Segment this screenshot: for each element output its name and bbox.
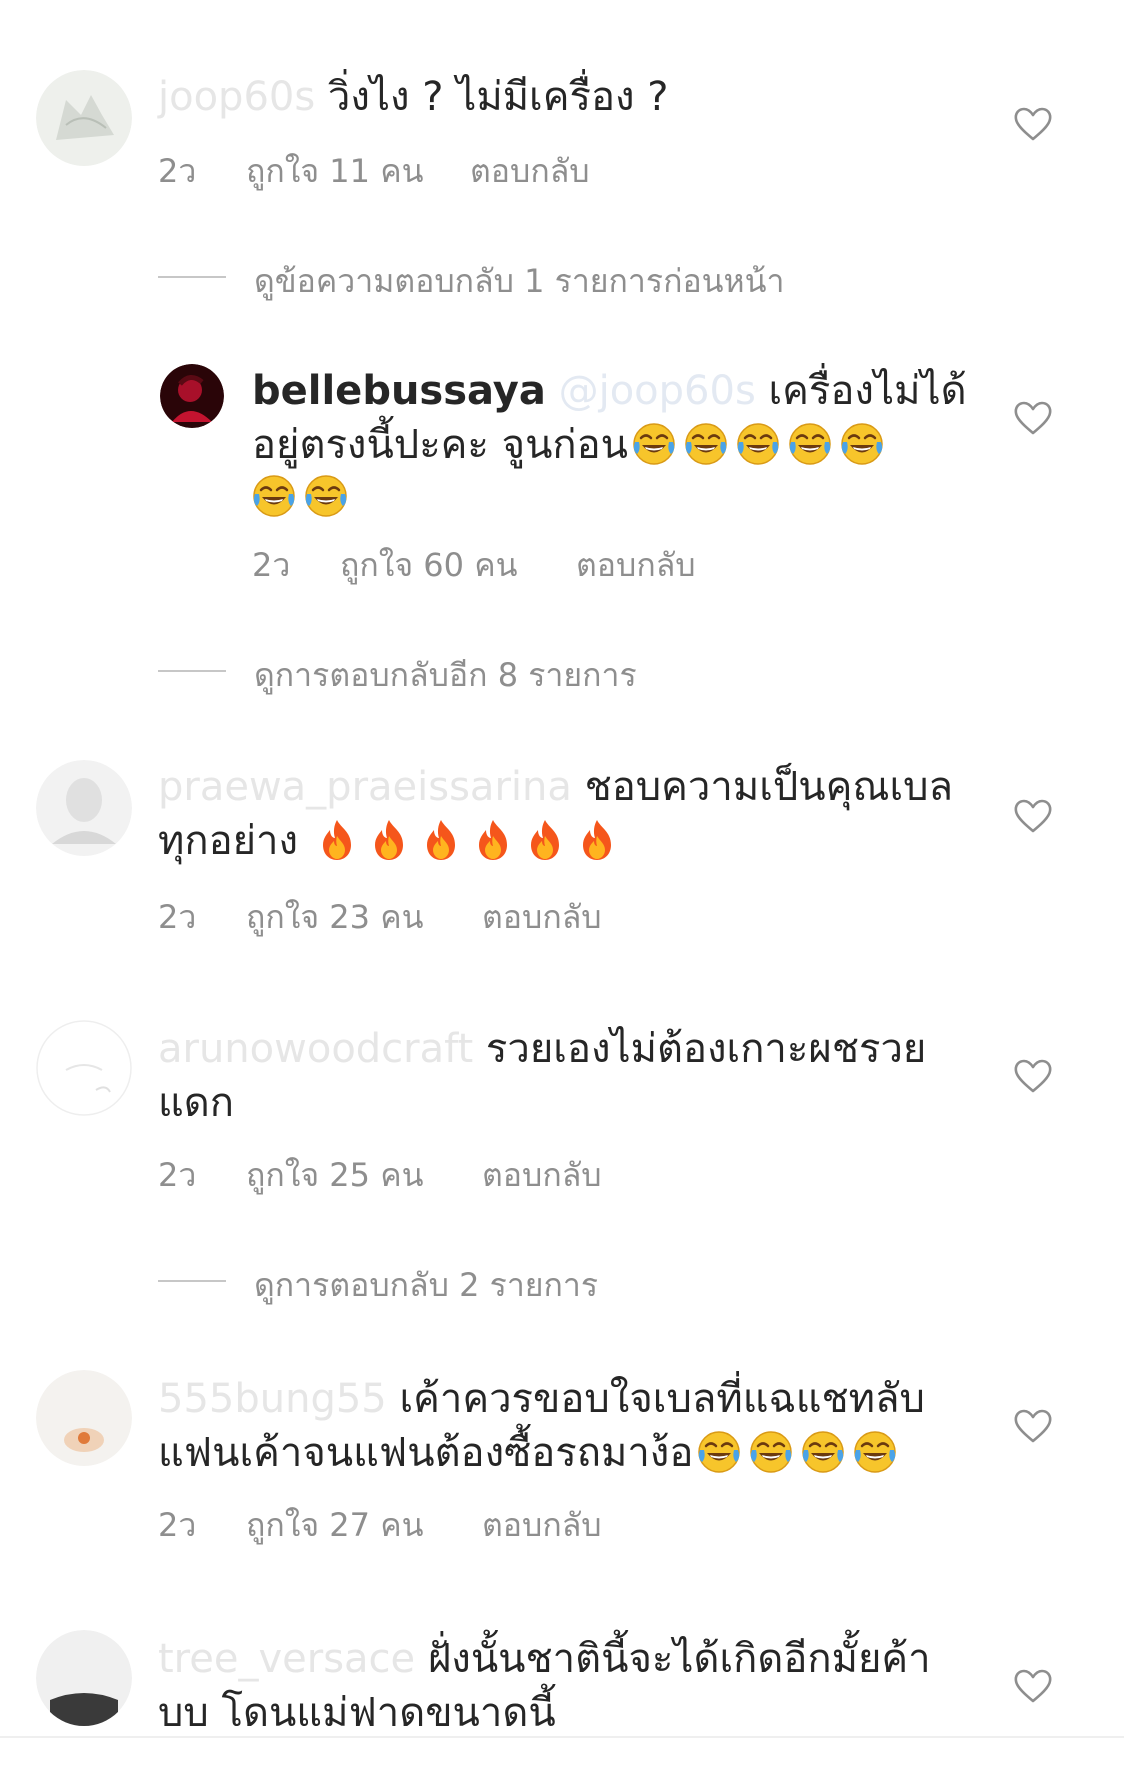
comment-meta: 2ว ถูกใจ 25 คน ตอบกลับ [158, 1150, 858, 1194]
reply-button[interactable]: ตอบกลับ [482, 1500, 602, 1551]
fire-emoji-icon [471, 818, 515, 862]
likes-count[interactable]: ถูกใจ 60 คน [340, 540, 517, 591]
timestamp: 2ว [252, 546, 291, 584]
laugh-emoji-icon [632, 422, 676, 466]
heart-icon[interactable] [1013, 1408, 1053, 1444]
likes-count[interactable]: ถูกใจ 25 คน [246, 1150, 423, 1201]
username[interactable]: 555bung55 [158, 1376, 387, 1422]
laugh-emoji-icon [749, 1430, 793, 1474]
comment-meta: 2ว ถูกใจ 11 คน ตอบกลับ [158, 146, 858, 190]
comment-text: joop60s วิ่งไง ? ไม่มีเครื่อง ? [158, 70, 668, 124]
heart-icon[interactable] [1013, 1058, 1053, 1094]
heart-icon[interactable] [1013, 106, 1053, 142]
comment-body-line2: อยู่ตรงนี้ปะคะ จูนก่อน [252, 422, 628, 468]
heart-icon[interactable] [1013, 798, 1053, 834]
avatar[interactable] [36, 1020, 132, 1116]
comment-text-line2: อยู่ตรงนี้ปะคะ จูนก่อน [252, 418, 888, 472]
likes-count[interactable]: ถูกใจ 27 คน [246, 1500, 423, 1551]
view-replies[interactable]: ดูการตอบกลับอีก 8 รายการ [158, 650, 958, 694]
comment-text-line3 [248, 470, 352, 524]
comment-meta: 2ว ถูกใจ 27 คน ตอบกลับ [158, 1500, 858, 1544]
profile-photo [36, 1370, 132, 1466]
reply-button[interactable]: ตอบกลับ [482, 892, 602, 943]
fire-emoji-icon [419, 818, 463, 862]
profile-photo [160, 364, 224, 428]
laugh-emoji-icon [684, 422, 728, 466]
view-replies-label[interactable]: ดูการตอบกลับอีก 8 รายการ [254, 650, 637, 701]
comment-text-line2: ทุกอย่าง [158, 814, 623, 868]
likes-count[interactable]: ถูกใจ 23 คน [246, 892, 423, 943]
heart-icon[interactable] [1013, 1668, 1053, 1704]
view-replies-label[interactable]: ดูข้อความตอบกลับ 1 รายการก่อนหน้า [254, 256, 784, 307]
laugh-emoji-icon [697, 1430, 741, 1474]
avatar[interactable] [36, 70, 132, 166]
reply-button[interactable]: ตอบกลับ [470, 146, 590, 197]
timestamp: 2ว [158, 1506, 197, 1544]
avatar[interactable] [36, 1370, 132, 1466]
comment-body-line1: เครื่องไม่ได้ [755, 368, 967, 414]
comment-body-line2: แฟนเค้าจนแฟนต้องซื้อรถมาง้อ [158, 1430, 694, 1476]
username[interactable]: joop60s [158, 74, 315, 120]
reply-button[interactable]: ตอบกลับ [576, 540, 696, 591]
comment-text: praewa_praeissarina ชอบความเป็นคุณเบล [158, 760, 953, 814]
laugh-emoji-icon [736, 422, 780, 466]
profile-photo [36, 1020, 132, 1116]
comment-meta: 2ว ถูกใจ 23 คน ตอบกลับ [158, 892, 858, 936]
comment-body-line2: บบ โดนแม่ฟาดขนาดนี้ [158, 1690, 556, 1736]
laugh-emoji-icon [801, 1430, 845, 1474]
comment-body-line1: เค้าควรขอบใจเบลที่แฉแชทลับ [386, 1376, 925, 1422]
fire-emoji-icon [575, 818, 619, 862]
comment-body-line1: รวยเองไม่ต้องเกาะผชรวย [473, 1026, 927, 1072]
comment-text: 555bung55 เค้าควรขอบใจเบลที่แฉแชทลับ [158, 1372, 925, 1426]
mention-link[interactable]: @joop60s [546, 368, 756, 414]
comment-text: bellebussaya @joop60s เครื่องไม่ได้ [252, 364, 967, 418]
laugh-emoji-icon [252, 474, 296, 518]
laugh-emoji-icon [304, 474, 348, 518]
fire-emoji-icon [367, 818, 411, 862]
username[interactable]: tree_versace [158, 1636, 415, 1682]
comment-body-line1: ฝั่งนั้นชาตินี้จะได้เกิดอีกมั้ยค้า [415, 1636, 931, 1682]
comment-body-line2: แดก [158, 1080, 234, 1126]
avatar[interactable] [36, 760, 132, 856]
fire-emoji-icon [523, 818, 567, 862]
profile-photo [36, 1630, 132, 1726]
username[interactable]: arunowoodcraft [158, 1026, 473, 1072]
reply-button[interactable]: ตอบกลับ [482, 1150, 602, 1201]
laugh-emoji-icon [788, 422, 832, 466]
comment-body: วิ่งไง ? ไม่มีเครื่อง ? [315, 74, 669, 120]
comment-body-line1: ชอบความเป็นคุณเบล [571, 764, 954, 810]
wolf-avatar-image [36, 70, 132, 166]
likes-count[interactable]: ถูกใจ 11 คน [246, 146, 423, 197]
profile-photo [36, 760, 132, 856]
comment-text: tree_versace ฝั่งนั้นชาตินี้จะได้เกิดอีก… [158, 1632, 931, 1686]
timestamp: 2ว [158, 1156, 197, 1194]
divider-line [158, 1280, 226, 1282]
divider-line [158, 670, 226, 672]
laugh-emoji-icon [853, 1430, 897, 1474]
comment-text-line2: บบ โดนแม่ฟาดขนาดนี้ [158, 1686, 556, 1740]
comment-body-line2: ทุกอย่าง [158, 818, 311, 864]
timestamp: 2ว [158, 152, 197, 190]
fire-emoji-icon [315, 818, 359, 862]
comment-text: arunowoodcraft รวยเองไม่ต้องเกาะผชรวย [158, 1022, 926, 1076]
comment-text-line2: แดก [158, 1076, 234, 1130]
username[interactable]: praewa_praeissarina [158, 764, 572, 810]
view-replies-label[interactable]: ดูการตอบกลับ 2 รายการ [254, 1260, 598, 1311]
view-replies[interactable]: ดูการตอบกลับ 2 รายการ [158, 1260, 958, 1304]
avatar[interactable] [160, 364, 224, 428]
avatar[interactable] [36, 1630, 132, 1726]
divider-line [158, 276, 226, 278]
comment-meta: 2ว ถูกใจ 60 คน ตอบกลับ [252, 540, 952, 584]
bottom-divider [0, 1736, 1124, 1738]
timestamp: 2ว [158, 898, 197, 936]
username[interactable]: bellebussaya [252, 368, 546, 414]
comment-text-line2: แฟนเค้าจนแฟนต้องซื้อรถมาง้อ [158, 1426, 901, 1480]
view-replies[interactable]: ดูข้อความตอบกลับ 1 รายการก่อนหน้า [158, 256, 958, 300]
laugh-emoji-icon [840, 422, 884, 466]
heart-icon[interactable] [1013, 400, 1053, 436]
